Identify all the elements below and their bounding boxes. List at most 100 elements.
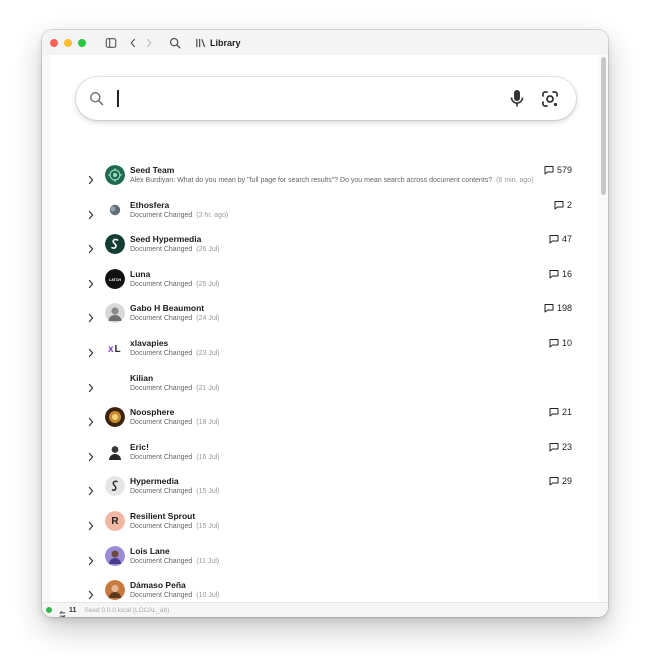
item-title[interactable]: Lois Lane [130,546,170,556]
library-icon [194,37,206,49]
list-item[interactable]: Kilian Document Changed (21 Jul) [51,373,599,407]
comment-count[interactable]: 47 [549,234,572,244]
item-title[interactable]: Kilian [130,373,153,383]
avatar [105,407,125,428]
item-timestamp: (15 Jul) [196,523,220,530]
comment-count[interactable]: 23 [549,442,572,452]
chevron-right-icon[interactable] [87,449,97,461]
avatar: R [105,511,125,531]
comment-count[interactable]: 29 [549,476,572,486]
avatar: LATCH [105,268,125,289]
item-title[interactable]: Seed Hypermedia [130,234,201,244]
chevron-right-icon[interactable] [87,553,97,565]
item-subtitle: Document Changed (11 Jul) [130,558,219,565]
text-caret [117,90,119,107]
item-activity: Document Changed [130,523,193,530]
comment-count-value: 16 [561,268,572,279]
search-input[interactable] [114,88,494,109]
list-item[interactable]: x Lxlavapies Document Changed (23 Jul) 10 [51,338,599,372]
item-title[interactable]: Hypermedia [130,476,179,486]
item-title[interactable]: Gabo H Beaumont [130,303,204,313]
chevron-right-icon[interactable] [87,345,97,358]
camera-lens-icon[interactable] [541,90,559,108]
item-activity: Alex Burdiyan: What do you mean by "full… [130,177,493,184]
maximize-window-button[interactable] [78,38,86,47]
chevron-right-icon[interactable] [87,172,97,185]
comment-count-value: 23 [561,441,572,452]
list-item[interactable]: Dámaso Peña Document Changed (10 Jul) [51,580,599,602]
list-item[interactable]: Lois Lane Document Changed (11 Jul) [51,545,599,580]
window-controls [50,38,86,47]
online-status-indicator [46,607,52,613]
list-item[interactable]: LATCH Luna Document Changed (25 Jul) 16 [51,268,599,303]
library-content: Seed Team Alex Burdiyan: What do you mean… [51,55,599,602]
avatar-letter: R [111,515,119,527]
item-title[interactable]: Noosphere [130,407,174,417]
item-timestamp: (10 Jul) [196,592,220,600]
item-subtitle: Document Changed (2 hr. ago) [130,212,228,219]
chevron-right-icon[interactable] [87,414,97,427]
comment-count[interactable]: 2 [554,200,572,210]
item-subtitle: Document Changed (15 Jul) [130,523,220,530]
item-title[interactable]: Resilient Sprout [130,511,195,521]
list-item[interactable]: Ethosfera Document Changed (2 hr. ago) 2 [51,199,599,234]
close-window-button[interactable] [50,38,58,47]
item-timestamp: (15 Jul) [196,488,220,496]
comment-count[interactable]: 21 [549,407,572,417]
search-icon[interactable] [168,36,182,50]
chevron-right-icon[interactable] [87,241,97,254]
item-subtitle: Document Changed (18 Jul) [130,419,220,426]
comment-count-value: 21 [561,407,572,418]
list-item[interactable]: Seed Hypermedia Document Changed (26 Jul) 4… [51,234,599,268]
search-bar[interactable] [76,77,576,120]
comment-count[interactable]: 579 [544,165,572,175]
item-subtitle: Document Changed (26 Jul) [130,246,220,253]
chevron-right-icon[interactable] [87,483,97,496]
item-title[interactable]: Dámaso Peña [130,580,186,590]
microphone-icon[interactable] [509,89,525,108]
item-activity: Document Changed [130,315,193,323]
back-arrow-icon[interactable] [128,36,138,50]
sync-count: 11 [69,606,77,614]
list-item[interactable]: Hypermedia Document Changed (15 Jul) 29 [51,476,599,510]
item-activity: Document Changed [130,592,193,600]
list-item[interactable]: Seed Team Alex Burdiyan: What do you mean… [51,165,599,199]
chevron-right-icon[interactable] [87,276,97,288]
chevron-right-icon[interactable] [87,310,97,323]
item-activity: Document Changed [130,419,193,427]
item-activity: Document Changed [130,246,193,254]
chevron-right-icon[interactable] [87,587,97,600]
item-title[interactable]: Eric! [130,442,149,452]
item-title[interactable]: Luna [130,269,150,279]
comment-count-value: 29 [561,476,572,487]
list-item[interactable]: Eric! Document Changed (16 Jul) 23 [51,441,599,476]
avatar [105,545,125,566]
item-subtitle: Alex Burdiyan: What do you mean by "full… [130,177,534,184]
item-title[interactable]: Ethosfera [130,200,169,210]
chevron-right-icon[interactable] [87,518,97,531]
item-timestamp: (16 Jul) [196,453,220,461]
item-activity: Document Changed [130,453,193,461]
sync-icon [58,606,67,617]
scrollbar[interactable] [599,55,608,602]
comment-count[interactable]: 10 [549,338,572,348]
comment-count[interactable]: 16 [549,269,572,279]
list-item[interactable]: R Resilient Sprout Document Changed (15 Jul… [51,511,599,545]
item-title[interactable]: xlavapies [130,338,168,348]
avatar [105,199,125,220]
minimize-window-button[interactable] [64,38,72,47]
list-item[interactable]: Noosphere Document Changed (18 Jul) 21 [51,407,599,441]
titlebar: Library [42,30,608,55]
item-timestamp: (18 Jul) [196,419,220,427]
forward-arrow-icon[interactable] [144,36,154,50]
avatar [105,580,125,601]
list-item[interactable]: Gabo H Beaumont Document Changed (24 Jul) 1… [51,303,599,337]
comment-icon [549,234,559,244]
item-timestamp: (23 Jul) [196,350,220,357]
comment-count[interactable]: 198 [544,303,572,313]
sidebar-toggle-icon[interactable] [104,36,118,50]
chevron-right-icon[interactable] [87,207,97,219]
item-title[interactable]: Seed Team [130,165,174,175]
scrollbar-thumb[interactable] [601,57,606,195]
chevron-right-icon[interactable] [87,380,97,392]
